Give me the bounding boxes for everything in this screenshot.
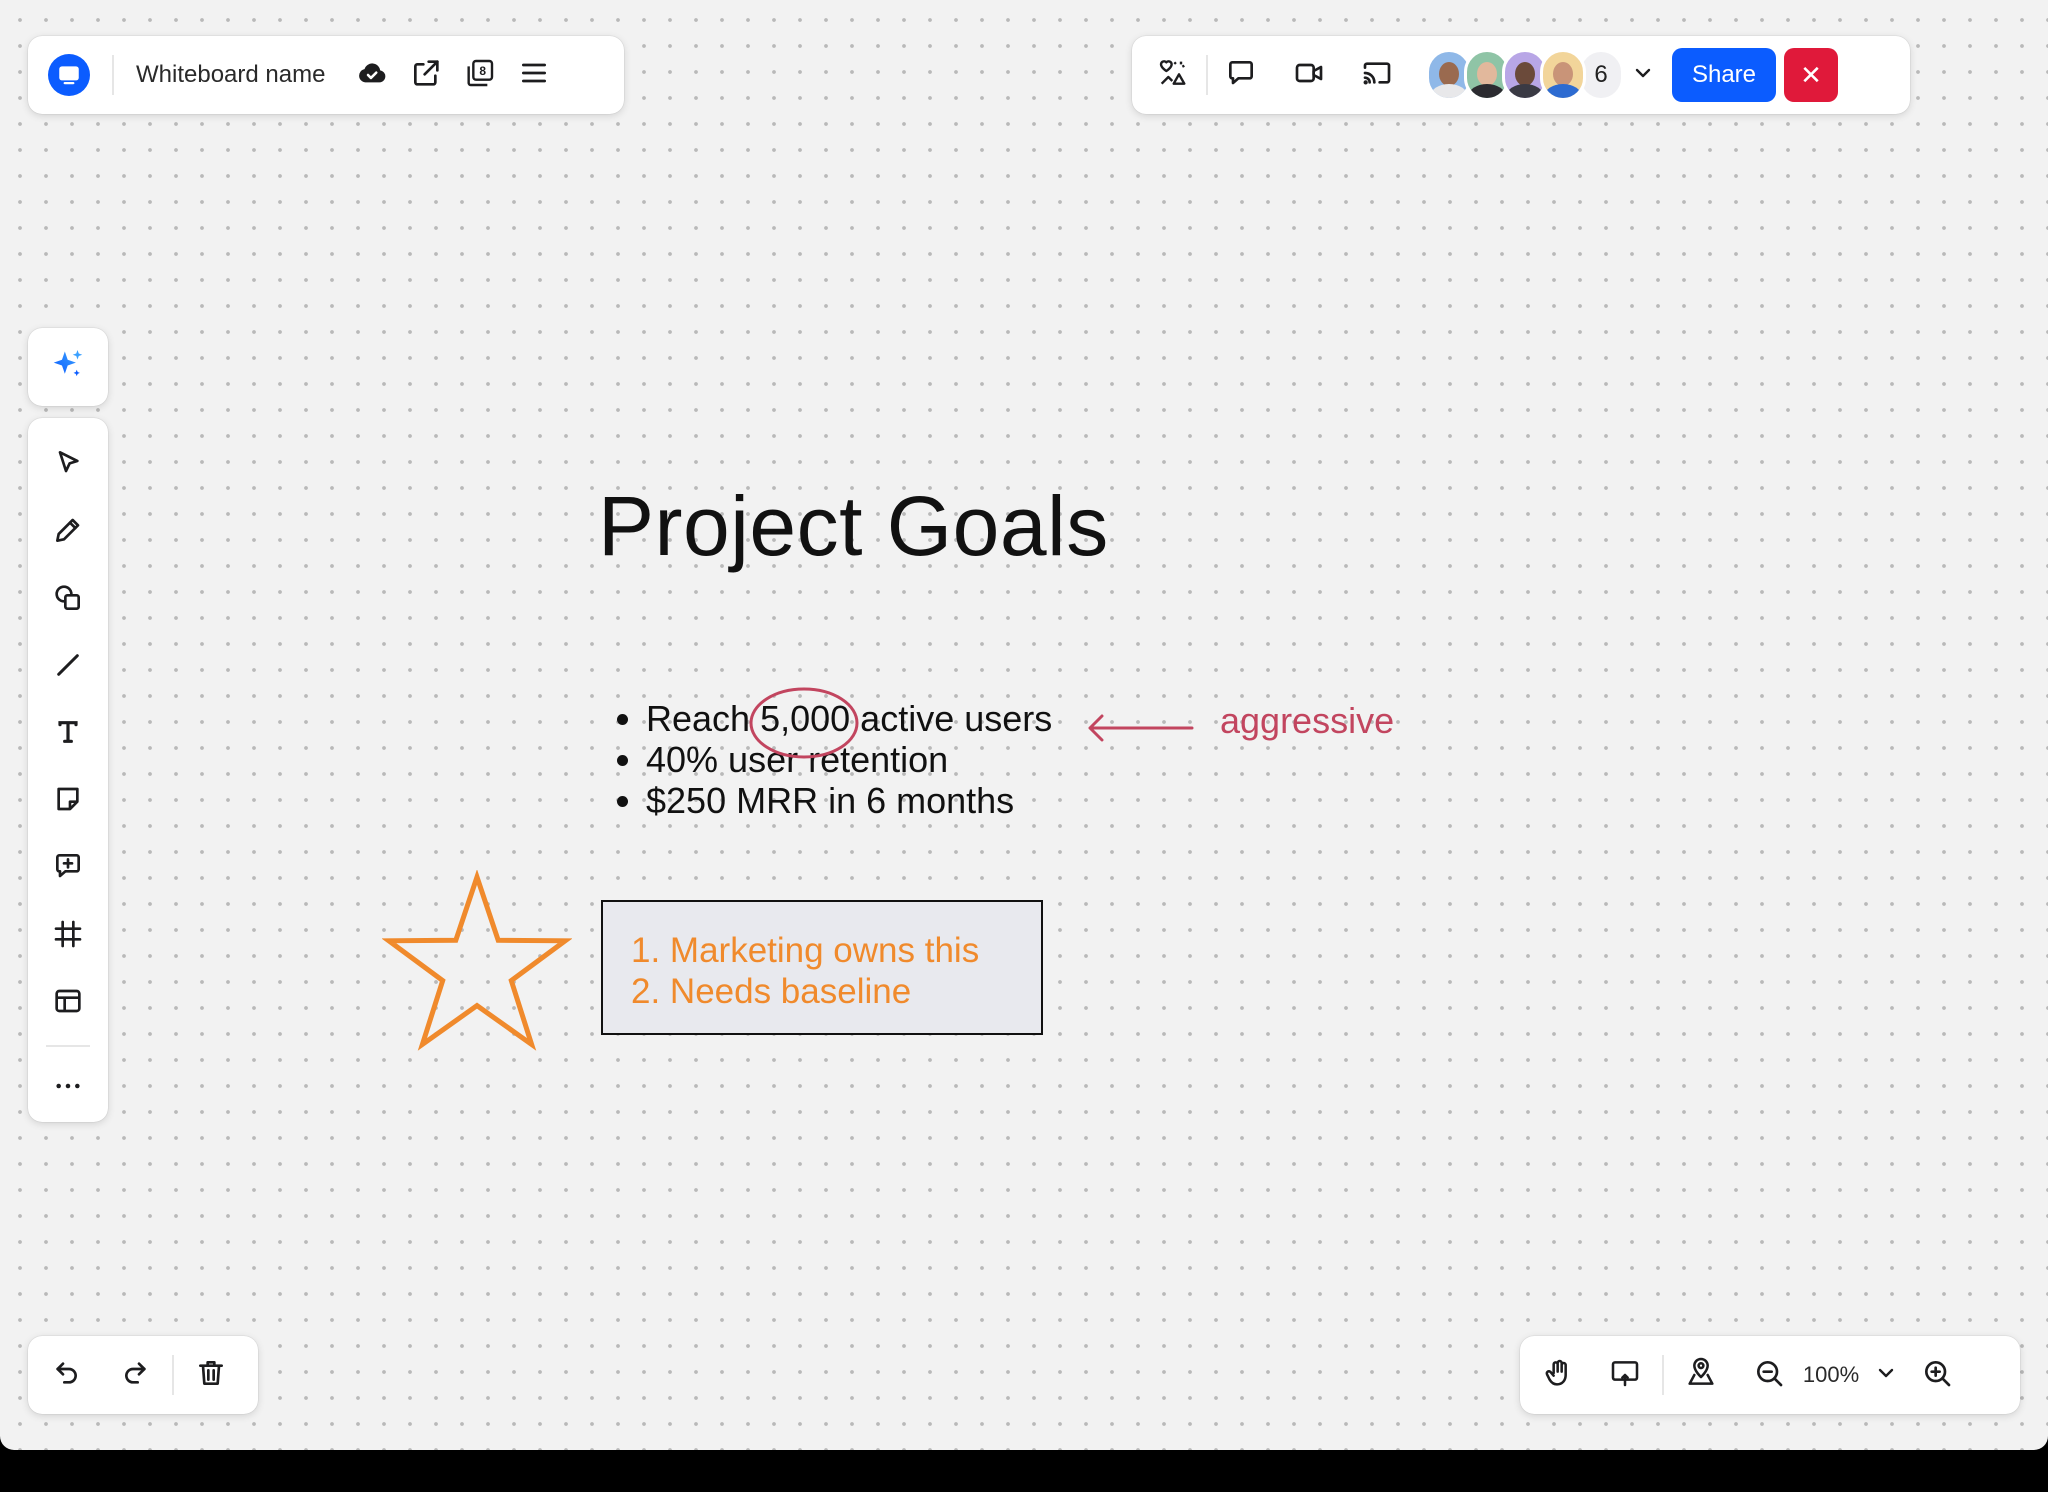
delete-button[interactable]	[184, 1348, 238, 1402]
zoom-in-icon	[1921, 1357, 1953, 1394]
pages-icon: 8	[464, 57, 496, 94]
divider	[172, 1355, 174, 1395]
present-button[interactable]	[1598, 1348, 1652, 1402]
note-line: 1. Marketing owns this	[631, 931, 980, 970]
header-panel: Whiteboard name 8	[28, 36, 624, 114]
cloud-check-icon	[356, 57, 388, 94]
ai-panel	[28, 328, 108, 406]
text-tool[interactable]	[40, 708, 96, 761]
reactions-button[interactable]	[1146, 48, 1200, 102]
template-icon	[52, 985, 84, 1022]
participants-list[interactable]: 6	[1426, 49, 1624, 101]
undo-icon	[51, 1357, 83, 1394]
shapes-icon	[52, 582, 84, 619]
video-icon	[1293, 57, 1325, 94]
cloud-saved-button[interactable]	[345, 48, 399, 102]
line-icon	[52, 649, 84, 686]
comment-tool[interactable]	[40, 842, 96, 895]
zoom-out-button[interactable]	[1742, 1348, 1796, 1402]
history-panel	[28, 1336, 258, 1414]
whiteboard-canvas[interactable]: Whiteboard name 8 6 Share ✕ Project Goal…	[0, 0, 2048, 1450]
navigation-panel: 100%	[1520, 1336, 2020, 1414]
divider	[46, 1044, 90, 1047]
select-tool[interactable]	[40, 439, 96, 492]
template-tool[interactable]	[40, 977, 96, 1030]
goal-text: active users	[850, 698, 1053, 739]
goal-text: Reach	[646, 698, 761, 739]
pan-tool-button[interactable]	[1532, 1348, 1586, 1402]
arrow-annotation[interactable]	[1084, 710, 1196, 750]
close-button[interactable]: ✕	[1784, 48, 1838, 102]
zoom-out-icon	[1753, 1357, 1785, 1394]
zoom-level[interactable]: 100%	[1796, 1362, 1866, 1388]
chevron-down-icon	[1874, 1361, 1898, 1390]
avatar[interactable]	[1540, 49, 1586, 101]
sticky-note-icon	[52, 783, 84, 820]
list-item[interactable]: $250 MRR in 6 months	[646, 780, 1052, 821]
app-logo-icon[interactable]	[48, 54, 90, 96]
hand-icon	[1543, 1357, 1575, 1394]
note-line: 2. Needs baseline	[631, 972, 912, 1011]
cast-button[interactable]	[1350, 48, 1404, 102]
reactions-icon	[1157, 57, 1189, 94]
present-icon	[1609, 1357, 1641, 1394]
note-box[interactable]: 1. Marketing owns this 2. Needs baseline	[601, 900, 1043, 1035]
redo-icon	[119, 1357, 151, 1394]
sticky-note-tool[interactable]	[40, 775, 96, 828]
zoom-dropdown[interactable]	[1866, 1348, 1906, 1402]
participants-dropdown[interactable]	[1624, 48, 1662, 102]
frame-tool[interactable]	[40, 909, 96, 962]
share-button[interactable]: Share	[1672, 48, 1776, 102]
chat-button[interactable]	[1214, 48, 1268, 102]
more-tools-button[interactable]	[40, 1062, 96, 1115]
pages-count: 8	[480, 64, 487, 78]
pen-tool[interactable]	[40, 506, 96, 559]
ai-sparkle-icon	[49, 346, 87, 389]
annotation-text[interactable]: aggressive	[1220, 700, 1394, 742]
divider	[1662, 1355, 1664, 1395]
redo-button[interactable]	[108, 1348, 162, 1402]
zoom-in-button[interactable]	[1910, 1348, 1964, 1402]
goal-text: $250 MRR in 6 months	[646, 780, 1015, 821]
undo-button[interactable]	[40, 1348, 94, 1402]
divider	[1206, 55, 1208, 95]
share-out-icon	[410, 57, 442, 94]
open-external-button[interactable]	[399, 48, 453, 102]
menu-button[interactable]	[507, 48, 561, 102]
star-shape[interactable]	[382, 870, 572, 1052]
video-button[interactable]	[1282, 48, 1336, 102]
board-title[interactable]: Project Goals	[598, 478, 1109, 575]
whiteboard-name[interactable]: Whiteboard name	[136, 61, 325, 89]
tool-bar	[28, 418, 108, 1122]
shapes-tool[interactable]	[40, 573, 96, 626]
select-pointer-icon	[52, 447, 84, 484]
highlight-ellipse[interactable]	[748, 684, 860, 762]
window-bottom-edge	[0, 1450, 2048, 1492]
line-tool[interactable]	[40, 641, 96, 694]
pages-button[interactable]: 8	[453, 48, 507, 102]
chevron-down-icon	[1631, 61, 1655, 90]
more-icon	[52, 1070, 84, 1107]
map-pin-icon	[1685, 1357, 1717, 1394]
text-icon	[52, 716, 84, 753]
pen-icon	[52, 514, 84, 551]
locate-button[interactable]	[1674, 1348, 1728, 1402]
cast-icon	[1361, 57, 1393, 94]
divider	[112, 55, 114, 95]
frame-icon	[52, 918, 84, 955]
collaboration-panel: 6 Share ✕	[1132, 36, 1910, 114]
chat-icon	[1225, 57, 1257, 94]
trash-icon	[195, 1357, 227, 1394]
menu-icon	[518, 57, 550, 94]
ai-assistant-button[interactable]	[41, 340, 95, 394]
comment-icon	[52, 850, 84, 887]
